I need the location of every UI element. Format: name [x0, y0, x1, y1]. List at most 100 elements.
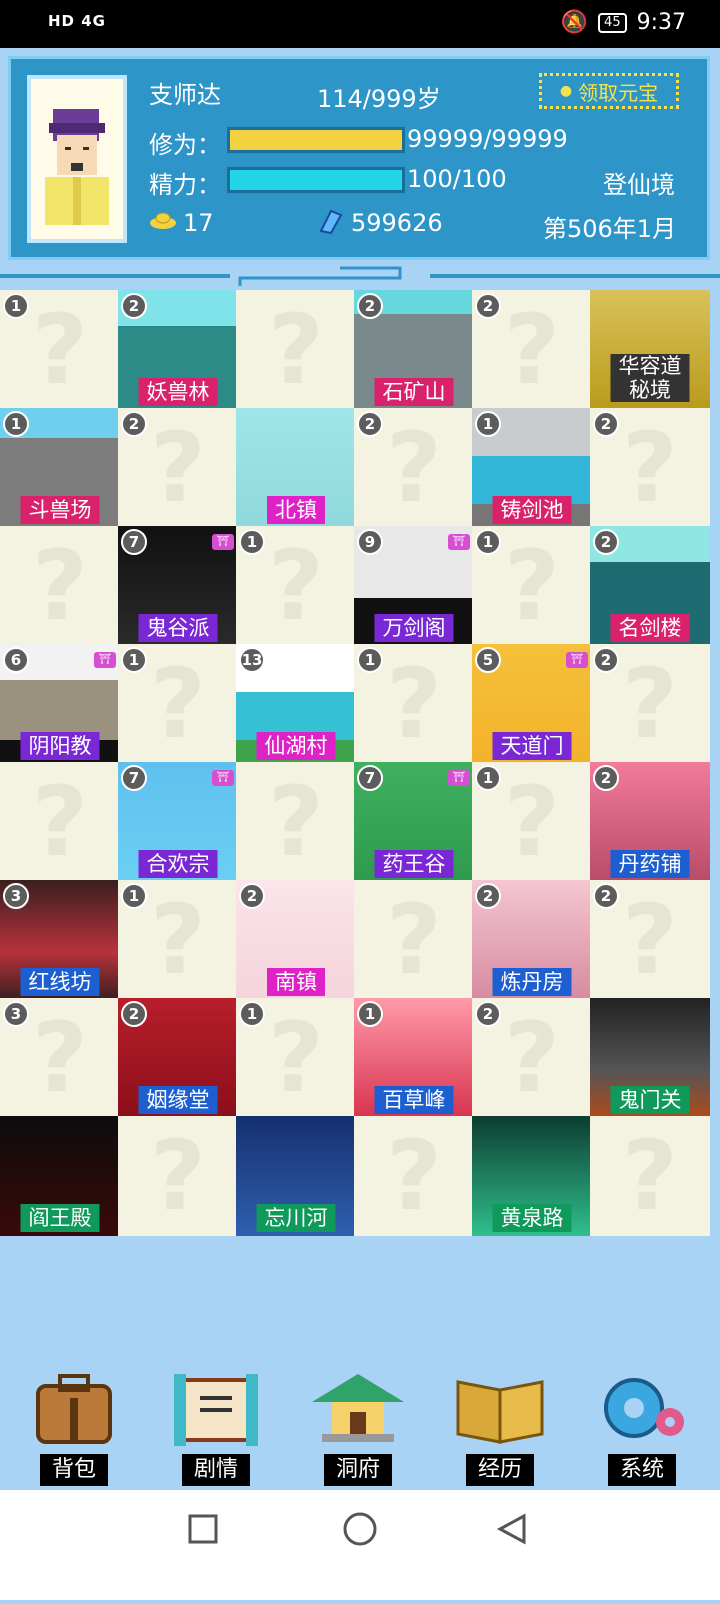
map-cell-unexplored[interactable]: ? [118, 1116, 238, 1236]
visit-count-badge: 1 [239, 1001, 265, 1027]
player-avatar[interactable] [27, 75, 127, 243]
menu-button-scroll[interactable]: 剧情 [156, 1368, 276, 1488]
location-label: 天道门 [492, 732, 572, 760]
visit-count-badge: 2 [121, 411, 147, 437]
map-cell-unexplored[interactable]: ? 1 [472, 762, 592, 882]
location-label: 斗兽场 [20, 496, 100, 524]
visit-count-badge: 2 [357, 293, 383, 319]
map-location-tile[interactable]: 2 南镇 [236, 880, 356, 1000]
menu-button-label: 洞府 [323, 1454, 393, 1486]
visit-count-badge: 2 [593, 411, 619, 437]
location-label: 丹药铺 [610, 850, 690, 878]
map-cell-unexplored[interactable]: ? 1 [236, 998, 356, 1118]
sect-flag-icon: ⛩ [448, 534, 470, 550]
player-name: 支师达 [149, 81, 221, 109]
map-location-tile[interactable]: 1 铸剑池 [472, 408, 592, 528]
map-location-tile[interactable]: 7 ⛩ 合欢宗 [118, 762, 238, 882]
gear-icon [592, 1368, 692, 1452]
signal-indicator: HD 4G [48, 12, 106, 30]
map-location-tile[interactable]: 阎王殿 [0, 1116, 120, 1236]
unknown-location-icon: ? [268, 294, 324, 406]
visit-count-badge: 1 [3, 293, 29, 319]
menu-button-pavilion[interactable]: 洞府 [298, 1368, 418, 1488]
ingot-icon: ● [559, 83, 573, 99]
map-cell-unexplored[interactable]: ? 2 [354, 408, 474, 528]
map-location-tile[interactable]: 黄泉路 [472, 1116, 592, 1236]
map-location-tile[interactable]: 1 斗兽场 [0, 408, 120, 528]
map-location-tile[interactable]: 2 炼丹房 [472, 880, 592, 1000]
location-label: 华容道 秘境 [610, 354, 690, 402]
map-cell-unexplored[interactable]: ? 1 [236, 526, 356, 646]
map-cell-unexplored[interactable]: ? [236, 762, 356, 882]
status-bar: HD 4G 🔕 45 9:37 [0, 0, 720, 48]
cultivation-label: 修为： [149, 131, 221, 159]
map-cell-unexplored[interactable]: ? 1 [0, 290, 120, 410]
menu-button-gear[interactable]: 系统 [582, 1368, 702, 1488]
map-cell-unexplored[interactable]: ? 2 [472, 998, 592, 1118]
recent-apps-button[interactable] [188, 1514, 218, 1544]
map-cell-unexplored[interactable]: ? 2 [472, 290, 592, 410]
location-label: 南镇 [267, 968, 325, 996]
location-label: 万剑阁 [374, 614, 454, 642]
map-location-tile[interactable]: 5 ⛩ 天道门 [472, 644, 592, 764]
map-cell-unexplored[interactable]: ? 1 [472, 526, 592, 646]
map-location-tile[interactable]: 华容道 秘境 [590, 290, 710, 410]
location-label: 铸剑池 [492, 496, 572, 524]
location-label: 石矿山 [374, 378, 454, 406]
map-cell-unexplored[interactable]: ? 1 [118, 880, 238, 1000]
visit-count-badge: 1 [121, 883, 147, 909]
map-location-tile[interactable]: 2 姻缘堂 [118, 998, 238, 1118]
map-cell-unexplored[interactable]: ? 2 [590, 644, 710, 764]
map-cell-unexplored[interactable]: ? 1 [354, 644, 474, 764]
system-nav-bar [0, 1490, 720, 1600]
map-location-tile[interactable]: 7 ⛩ 药王谷 [354, 762, 474, 882]
map-location-tile[interactable]: 2 丹药铺 [590, 762, 710, 882]
menu-button-book[interactable]: 经历 [440, 1368, 560, 1488]
map-cell-unexplored[interactable]: ? [236, 290, 356, 410]
map-location-tile[interactable]: 北镇 [236, 408, 356, 528]
visit-count-badge: 7 [357, 765, 383, 791]
map-cell-unexplored[interactable]: ? [0, 762, 120, 882]
home-button[interactable] [343, 1512, 377, 1546]
map-location-tile[interactable]: 7 ⛩ 鬼谷派 [118, 526, 238, 646]
map-cell-unexplored[interactable]: ? [0, 526, 120, 646]
map-cell-unexplored[interactable]: ? [354, 1116, 474, 1236]
map-location-tile[interactable]: 鬼门关 [590, 998, 710, 1118]
cultivation-bar [227, 127, 405, 153]
location-label: 黄泉路 [492, 1204, 572, 1232]
menu-button-bag[interactable]: 背包 [14, 1368, 134, 1488]
map-cell-unexplored[interactable]: ? 2 [590, 880, 710, 1000]
map-cell-unexplored[interactable]: ? 2 [118, 408, 238, 528]
map-location-tile[interactable]: 13 仙湖村 [236, 644, 356, 764]
unknown-location-icon: ? [268, 766, 324, 878]
map-location-tile[interactable]: 3 红线坊 [0, 880, 120, 1000]
map-cell-unexplored[interactable]: ? 2 [590, 408, 710, 528]
location-label: 仙湖村 [256, 732, 336, 760]
location-label: 阴阳教 [20, 732, 100, 760]
sect-flag-icon: ⛩ [212, 534, 234, 550]
menu-button-label: 剧情 [181, 1454, 251, 1486]
map-cell-unexplored[interactable]: ? [354, 880, 474, 1000]
player-age: 114/999岁 [317, 85, 441, 113]
map-location-tile[interactable]: 忘川河 [236, 1116, 356, 1236]
back-button[interactable] [496, 1513, 526, 1545]
map-cell-unexplored[interactable]: ? 1 [118, 644, 238, 764]
visit-count-badge: 13 [239, 647, 265, 673]
pavilion-icon [308, 1368, 408, 1452]
visit-count-badge: 1 [357, 1001, 383, 1027]
menu-button-label: 背包 [39, 1454, 109, 1486]
visit-count-badge: 7 [121, 529, 147, 555]
map-location-tile[interactable]: 2 妖兽林 [118, 290, 238, 410]
stamina-label: 精力： [149, 171, 221, 199]
unknown-location-icon: ? [386, 884, 442, 996]
claim-ingots-button[interactable]: ● 领取元宝 [539, 73, 679, 109]
location-label: 妖兽林 [138, 378, 218, 406]
visit-count-badge: 3 [3, 1001, 29, 1027]
map-location-tile[interactable]: 6 ⛩ 阴阳教 [0, 644, 120, 764]
map-cell-unexplored[interactable]: ? [590, 1116, 710, 1236]
map-location-tile[interactable]: 1 百草峰 [354, 998, 474, 1118]
map-cell-unexplored[interactable]: ? 3 [0, 998, 120, 1118]
map-location-tile[interactable]: 2 石矿山 [354, 290, 474, 410]
map-location-tile[interactable]: 9 ⛩ 万剑阁 [354, 526, 474, 646]
map-location-tile[interactable]: 2 名剑楼 [590, 526, 710, 646]
